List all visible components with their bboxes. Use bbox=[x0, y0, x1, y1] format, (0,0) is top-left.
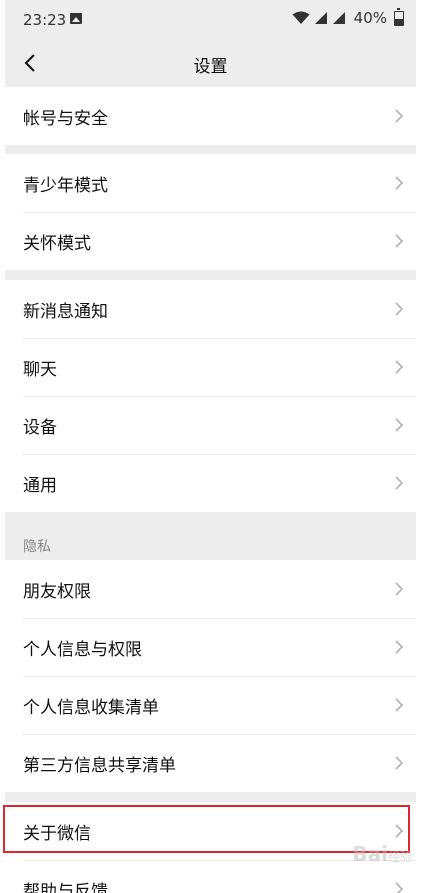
settings-item-label: 聊天 bbox=[23, 359, 57, 380]
settings-item-label: 青少年模式 bbox=[23, 175, 108, 196]
chevron-right-icon bbox=[395, 418, 404, 432]
chevron-right-icon bbox=[395, 302, 404, 316]
group-modes: 青少年模式 关怀模式 bbox=[5, 154, 416, 270]
chevron-right-icon bbox=[395, 824, 404, 838]
settings-item-notifications[interactable]: 新消息通知 bbox=[5, 280, 416, 338]
wifi-icon bbox=[292, 11, 310, 24]
status-indicators: 40% bbox=[292, 7, 404, 27]
chevron-right-icon bbox=[395, 882, 404, 893]
chevron-right-icon bbox=[395, 698, 404, 712]
group-account: 帐号与安全 bbox=[5, 87, 416, 145]
settings-item-general[interactable]: 通用 bbox=[5, 454, 416, 512]
settings-item-info-collection-list[interactable]: 个人信息收集清单 bbox=[5, 676, 416, 734]
signal-icon-2 bbox=[332, 12, 345, 24]
settings-item-label: 新消息通知 bbox=[23, 301, 108, 322]
settings-item-label: 关于微信 bbox=[23, 823, 91, 844]
settings-item-teen-mode[interactable]: 青少年模式 bbox=[5, 154, 416, 212]
settings-item-label: 第三方信息共享清单 bbox=[23, 755, 176, 776]
chevron-right-icon bbox=[395, 234, 404, 248]
chevron-right-icon bbox=[395, 640, 404, 654]
group-privacy: 朋友权限 个人信息与权限 个人信息收集清单 第三方信息共享清单 bbox=[5, 560, 416, 792]
battery-percent: 40% bbox=[353, 9, 387, 27]
chevron-right-icon bbox=[395, 176, 404, 190]
settings-item-friend-permissions[interactable]: 朋友权限 bbox=[5, 560, 416, 618]
status-bar: 23:23 40% bbox=[5, 0, 416, 40]
page-title: 设置 bbox=[193, 57, 228, 77]
right-margin bbox=[416, 0, 426, 893]
chevron-right-icon bbox=[395, 582, 404, 596]
phone-screen: 23:23 40% 设置 帐号与安全 青少年模式 关怀模式 新消息通知 聊天 设… bbox=[5, 0, 416, 893]
watermark-text: Bai bbox=[352, 842, 388, 866]
settings-item-label: 朋友权限 bbox=[23, 581, 91, 602]
settings-item-devices[interactable]: 设备 bbox=[5, 396, 416, 454]
status-time: 23:23 bbox=[23, 11, 67, 29]
settings-item-account-security[interactable]: 帐号与安全 bbox=[5, 87, 416, 145]
battery-icon bbox=[394, 7, 404, 26]
settings-item-label: 设备 bbox=[23, 417, 57, 438]
settings-item-label: 通用 bbox=[23, 475, 57, 496]
group-general: 新消息通知 聊天 设备 通用 bbox=[5, 280, 416, 512]
chevron-right-icon bbox=[395, 360, 404, 374]
watermark: Bai经验 bbox=[352, 842, 412, 866]
settings-item-label: 帐号与安全 bbox=[23, 108, 108, 129]
settings-item-third-party-sharing-list[interactable]: 第三方信息共享清单 bbox=[5, 734, 416, 792]
chevron-right-icon bbox=[395, 109, 404, 123]
image-notification-icon bbox=[70, 13, 82, 24]
settings-item-label: 个人信息收集清单 bbox=[23, 697, 159, 718]
section-header-label: 隐私 bbox=[23, 539, 51, 555]
settings-item-personal-info-permissions[interactable]: 个人信息与权限 bbox=[5, 618, 416, 676]
settings-item-label: 关怀模式 bbox=[23, 233, 91, 254]
settings-item-label: 帮助与反馈 bbox=[23, 881, 108, 893]
settings-item-label: 个人信息与权限 bbox=[23, 639, 142, 660]
watermark-suffix: 经验 bbox=[387, 850, 412, 864]
chevron-right-icon bbox=[395, 756, 404, 770]
signal-icon bbox=[314, 12, 327, 24]
nav-bar: 设置 bbox=[5, 40, 416, 86]
section-header-privacy: 隐私 bbox=[5, 514, 416, 560]
chevron-right-icon bbox=[395, 476, 404, 490]
settings-item-chats[interactable]: 聊天 bbox=[5, 338, 416, 396]
settings-item-care-mode[interactable]: 关怀模式 bbox=[5, 212, 416, 270]
